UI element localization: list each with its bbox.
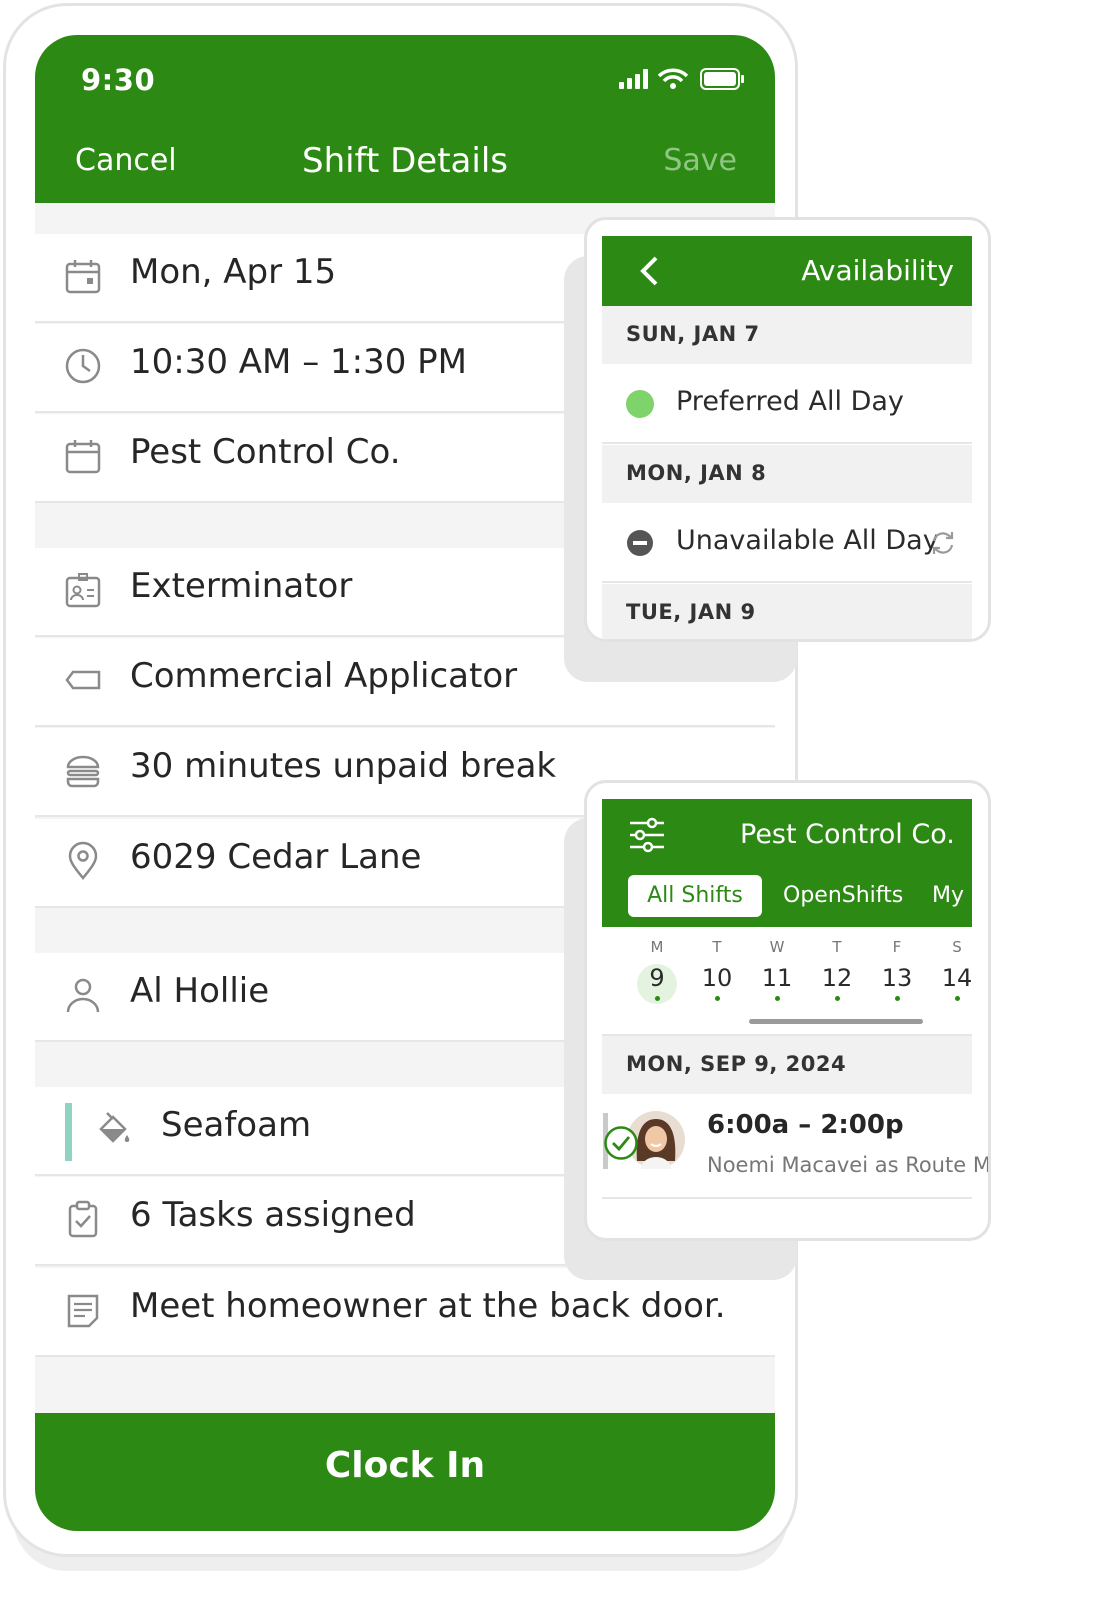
availability-item[interactable]: Unavailable All Day (602, 503, 972, 583)
shift-dot (654, 996, 660, 1001)
availability-status: Preferred All Day (676, 386, 904, 417)
shift-dot (894, 996, 900, 1001)
tab-openshifts[interactable]: OpenShifts (783, 875, 903, 917)
week-day[interactable]: S 14 (937, 938, 977, 1001)
shift-dot (714, 996, 720, 1001)
schedule-title: Pest Control Co. (740, 819, 955, 850)
week-day-selected[interactable]: M 9 (637, 938, 677, 1004)
detail-text: Commercial Applicator (130, 656, 518, 696)
day-header: TUE, JAN 9 (602, 584, 972, 639)
tag-icon (65, 670, 101, 690)
app-header: 9:30 Cancel Shift Details Save (35, 35, 775, 203)
week-day[interactable]: T 12 (817, 938, 857, 1001)
schedule-header: Pest Control Co. All Shifts OpenShifts M… (602, 799, 972, 927)
availability-title: Availability (801, 254, 954, 287)
calendar-icon (65, 260, 101, 294)
back-chevron-icon[interactable] (638, 254, 660, 288)
shift-time: 6:00a – 2:00p (707, 1110, 904, 1140)
detail-text: Seafoam (161, 1105, 312, 1145)
preferred-dot-icon (626, 390, 654, 418)
person-icon (66, 978, 100, 1013)
clipboard-check-icon (68, 1200, 98, 1238)
detail-text: Exterminator (130, 566, 353, 606)
signal-wifi-battery-icon (619, 68, 744, 90)
detail-text: Meet homeowner at the back door. (130, 1286, 726, 1326)
burger-icon (66, 755, 100, 788)
detail-text: Mon, Apr 15 (130, 252, 337, 292)
clock-icon (65, 348, 101, 384)
clock-in-label: Clock In (324, 1445, 486, 1486)
day-header: MON, JAN 8 (602, 445, 972, 503)
paint-bucket-icon (99, 1112, 130, 1143)
clock-in-button[interactable]: Clock In (35, 1413, 775, 1531)
detail-text: Al Hollie (130, 971, 270, 1011)
tab-my-shifts[interactable]: My S (932, 875, 972, 917)
shift-dot (774, 996, 780, 1001)
schedule-icon (65, 440, 101, 474)
detail-row-note[interactable]: Meet homeowner at the back door. (35, 1268, 775, 1357)
detail-text: 10:30 AM – 1:30 PM (130, 342, 467, 382)
status-icons (619, 65, 747, 93)
badge-icon (65, 573, 101, 608)
color-swatch (65, 1103, 72, 1161)
availability-item[interactable]: Preferred All Day (602, 364, 972, 444)
date-header: MON, SEP 9, 2024 (602, 1036, 972, 1094)
schedule-card: Pest Control Co. All Shifts OpenShifts M… (584, 780, 991, 1241)
availability-header: Availability (602, 236, 972, 306)
tab-all-shifts[interactable]: All Shifts (628, 875, 762, 917)
save-button[interactable]: Save (663, 143, 737, 178)
detail-text: 6029 Cedar Lane (130, 837, 422, 877)
availability-card: Availability SUN, JAN 7 Preferred All Da… (584, 217, 991, 642)
filter-sliders-icon[interactable] (628, 817, 666, 853)
note-icon (67, 1294, 99, 1328)
unavailable-minus-icon (627, 530, 653, 556)
detail-text: Pest Control Co. (130, 432, 401, 472)
week-day[interactable]: T 10 (697, 938, 737, 1001)
detail-text: 6 Tasks assigned (130, 1195, 416, 1235)
shift-dot (954, 996, 960, 1001)
availability-status: Unavailable All Day (676, 525, 939, 556)
scroll-indicator (749, 1019, 923, 1024)
week-day[interactable]: W 11 (757, 938, 797, 1001)
check-circle-icon (604, 1126, 638, 1160)
shift-dot (834, 996, 840, 1001)
detail-text: 30 minutes unpaid break (130, 746, 557, 786)
shift-assignee: Noemi Macavei as Route Ma (707, 1153, 991, 1177)
week-day[interactable]: F 13 (877, 938, 917, 1001)
repeat-icon (932, 532, 954, 554)
status-time: 9:30 (81, 63, 156, 97)
location-pin-icon (68, 841, 98, 880)
day-header: SUN, JAN 7 (602, 306, 972, 364)
